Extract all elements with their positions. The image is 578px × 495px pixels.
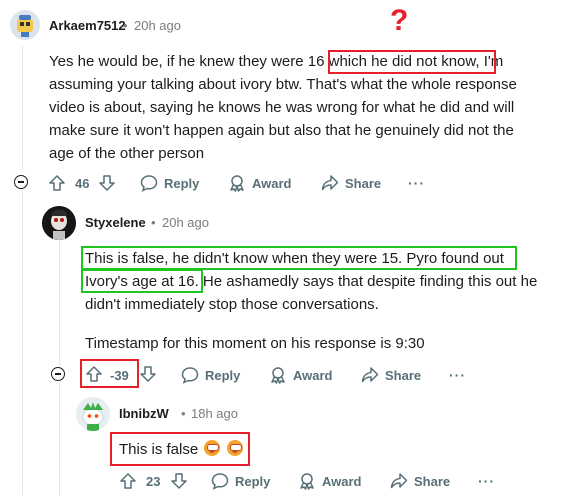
comment-author[interactable]: Arkaem7512 <box>49 18 126 33</box>
reply-label: Reply <box>205 367 241 383</box>
upvote-icon <box>49 175 65 191</box>
upvote-button[interactable] <box>49 175 65 191</box>
downvote-button[interactable] <box>171 473 187 489</box>
award-icon <box>300 473 314 490</box>
share-label: Share <box>345 175 382 191</box>
upvote-icon <box>86 366 102 382</box>
upvote-button[interactable] <box>120 473 136 489</box>
avatar[interactable] <box>10 10 40 40</box>
question-mark-annotation: ? <box>390 4 409 37</box>
separator-dot: • <box>151 215 156 230</box>
share-button[interactable]: Share <box>321 174 381 192</box>
comment-body-line: Timestamp for this moment on his respons… <box>85 335 425 352</box>
thread-line <box>22 46 23 170</box>
separator-dot: • <box>181 406 186 421</box>
more-options-button[interactable]: ··· <box>478 473 495 489</box>
downvote-icon <box>140 366 156 382</box>
reply-label: Reply <box>235 473 271 489</box>
reply-button[interactable]: Reply <box>181 366 240 384</box>
award-label: Award <box>252 175 292 191</box>
highlight-box <box>81 246 517 270</box>
avatar[interactable] <box>42 206 76 240</box>
avatar-image <box>10 10 40 40</box>
comment-author[interactable]: IbnibzW <box>119 406 169 421</box>
collapse-icon[interactable] <box>51 367 65 381</box>
award-button[interactable]: Award <box>269 366 333 384</box>
award-label: Award <box>293 367 333 383</box>
collapse-icon[interactable] <box>14 175 28 189</box>
comment-author[interactable]: Styxelene <box>85 215 146 230</box>
comment-body-line: assuming your talking about ivory btw. T… <box>49 76 517 93</box>
thread-line <box>22 190 23 495</box>
downvote-button[interactable] <box>140 366 156 382</box>
reply-label: Reply <box>164 175 200 191</box>
vote-score: 46 <box>75 176 90 191</box>
reply-button[interactable]: Reply <box>211 472 270 490</box>
comment-timestamp[interactable]: 18h ago <box>191 406 238 421</box>
upvote-icon <box>120 473 136 489</box>
award-icon <box>271 367 285 384</box>
reply-icon <box>140 175 158 192</box>
share-icon <box>390 473 408 489</box>
highlight-box <box>110 432 250 466</box>
highlight-box <box>81 269 203 293</box>
avatar-image <box>76 397 110 431</box>
share-icon <box>321 175 339 191</box>
share-button[interactable]: Share <box>390 472 450 490</box>
avatar[interactable] <box>76 397 110 431</box>
avatar-image <box>42 206 76 240</box>
share-icon <box>361 367 379 383</box>
comment-timestamp[interactable]: 20h ago <box>134 18 181 33</box>
share-button[interactable]: Share <box>361 366 421 384</box>
vote-score: -39 <box>110 368 129 383</box>
separator-dot: • <box>123 18 128 33</box>
comment-body-line: didn't immediately stop those conversati… <box>85 296 379 313</box>
upvote-button[interactable] <box>86 366 102 382</box>
share-label: Share <box>385 367 422 383</box>
reply-icon <box>181 367 199 384</box>
comment-body-line: age of the other person <box>49 145 205 162</box>
award-icon <box>230 175 244 192</box>
award-button[interactable]: Award <box>228 174 292 192</box>
downvote-button[interactable] <box>99 175 115 191</box>
award-label: Award <box>322 473 362 489</box>
reply-button[interactable]: Reply <box>140 174 199 192</box>
award-button[interactable]: Award <box>298 472 362 490</box>
comment-timestamp[interactable]: 20h ago <box>162 215 209 230</box>
share-label: Share <box>414 473 451 489</box>
comment-body-line: make sure it won't happen again but also… <box>49 122 514 139</box>
highlight-box <box>328 50 496 74</box>
reply-icon <box>211 473 229 490</box>
thread-line <box>59 240 60 366</box>
thread-line <box>59 382 60 495</box>
comment-body-line: video is about, saying he knows he was w… <box>49 99 515 116</box>
more-options-button[interactable]: ··· <box>449 367 466 383</box>
downvote-icon <box>171 473 187 489</box>
more-options-button[interactable]: ··· <box>408 175 425 191</box>
vote-score: 23 <box>146 474 161 489</box>
downvote-icon <box>99 175 115 191</box>
